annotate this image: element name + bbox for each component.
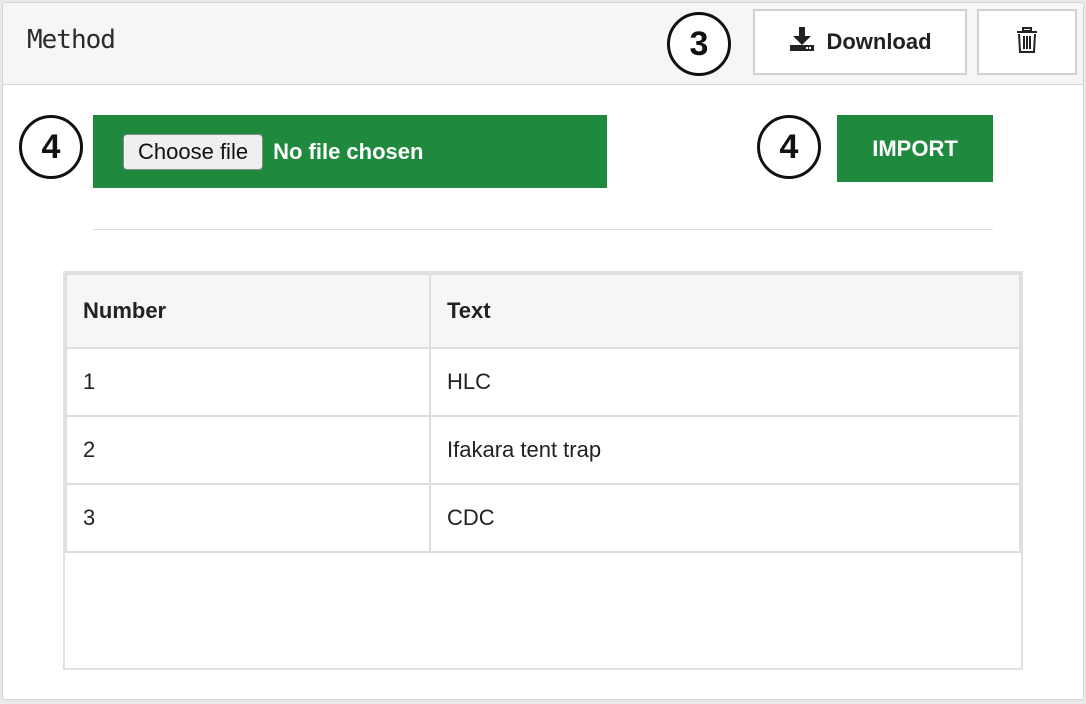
download-icon: [788, 26, 816, 58]
cell-text: Ifakara tent trap: [429, 415, 1021, 485]
download-button[interactable]: Download: [753, 9, 967, 75]
table-row[interactable]: 3 CDC: [65, 483, 1021, 553]
table-header-row: Number Text: [65, 273, 1021, 349]
panel-title: Method: [27, 25, 116, 55]
cell-text: CDC: [429, 483, 1021, 553]
file-upload-area: Choose file No file chosen: [93, 115, 607, 188]
column-header-text: Text: [429, 273, 1021, 349]
column-header-number: Number: [65, 273, 431, 349]
method-panel: Method 3 Download 4 Choose file No file …: [2, 2, 1084, 700]
file-status-text: No file chosen: [273, 138, 424, 164]
cell-number: 3: [65, 483, 431, 553]
choose-file-button[interactable]: Choose file: [123, 133, 264, 170]
cell-number: 1: [65, 347, 431, 417]
delete-button[interactable]: [977, 9, 1077, 75]
step-marker-4-file: 4: [19, 115, 83, 179]
cell-text: HLC: [429, 347, 1021, 417]
step-marker-4-import: 4: [757, 115, 821, 179]
cell-number: 2: [65, 415, 431, 485]
download-label: Download: [826, 29, 932, 54]
method-table-container: Number Text 1 HLC 2 Ifakara tent trap 3 …: [63, 271, 1023, 670]
table-row[interactable]: 2 Ifakara tent trap: [65, 415, 1021, 485]
method-table: Number Text 1 HLC 2 Ifakara tent trap 3 …: [65, 273, 1021, 553]
import-button[interactable]: IMPORT: [837, 115, 993, 182]
trash-icon: [1016, 26, 1038, 58]
table-row[interactable]: 1 HLC: [65, 347, 1021, 417]
step-marker-3: 3: [667, 12, 731, 76]
divider: [93, 229, 993, 230]
panel-header: Method 3 Download: [3, 3, 1083, 85]
